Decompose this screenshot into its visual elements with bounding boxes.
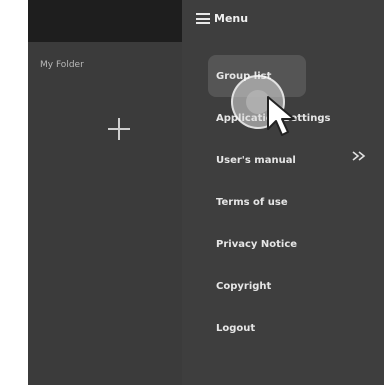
menu-header[interactable]: Menu bbox=[196, 12, 248, 25]
menu-icon[interactable] bbox=[196, 13, 210, 24]
menu-item-label: Copyright bbox=[216, 280, 272, 292]
add-icon[interactable] bbox=[108, 118, 130, 140]
folder-topbar bbox=[28, 0, 182, 42]
folder-title: My Folder bbox=[40, 60, 84, 70]
menu-title: Menu bbox=[214, 12, 249, 25]
menu-item-terms-of-use[interactable]: Terms of use bbox=[208, 181, 373, 223]
menu-item-privacy-notice[interactable]: Privacy Notice bbox=[208, 223, 373, 265]
app-screen: My Folder Menu Group list Application Se… bbox=[28, 0, 384, 385]
menu-item-users-manual[interactable]: User's manual bbox=[208, 139, 373, 181]
folder-pane: My Folder bbox=[28, 0, 182, 385]
menu-item-label: Logout bbox=[216, 322, 256, 334]
pointer-cursor-icon bbox=[267, 96, 295, 136]
menu-item-label: Privacy Notice bbox=[216, 238, 298, 250]
menu-item-label: Terms of use bbox=[216, 196, 288, 208]
collapse-icon[interactable] bbox=[352, 150, 366, 162]
menu-item-label: User's manual bbox=[216, 154, 296, 166]
menu-item-copyright[interactable]: Copyright bbox=[208, 265, 373, 307]
menu-item-logout[interactable]: Logout bbox=[208, 307, 373, 349]
menu-drawer: Menu Group list Application Settings Use… bbox=[182, 0, 384, 385]
